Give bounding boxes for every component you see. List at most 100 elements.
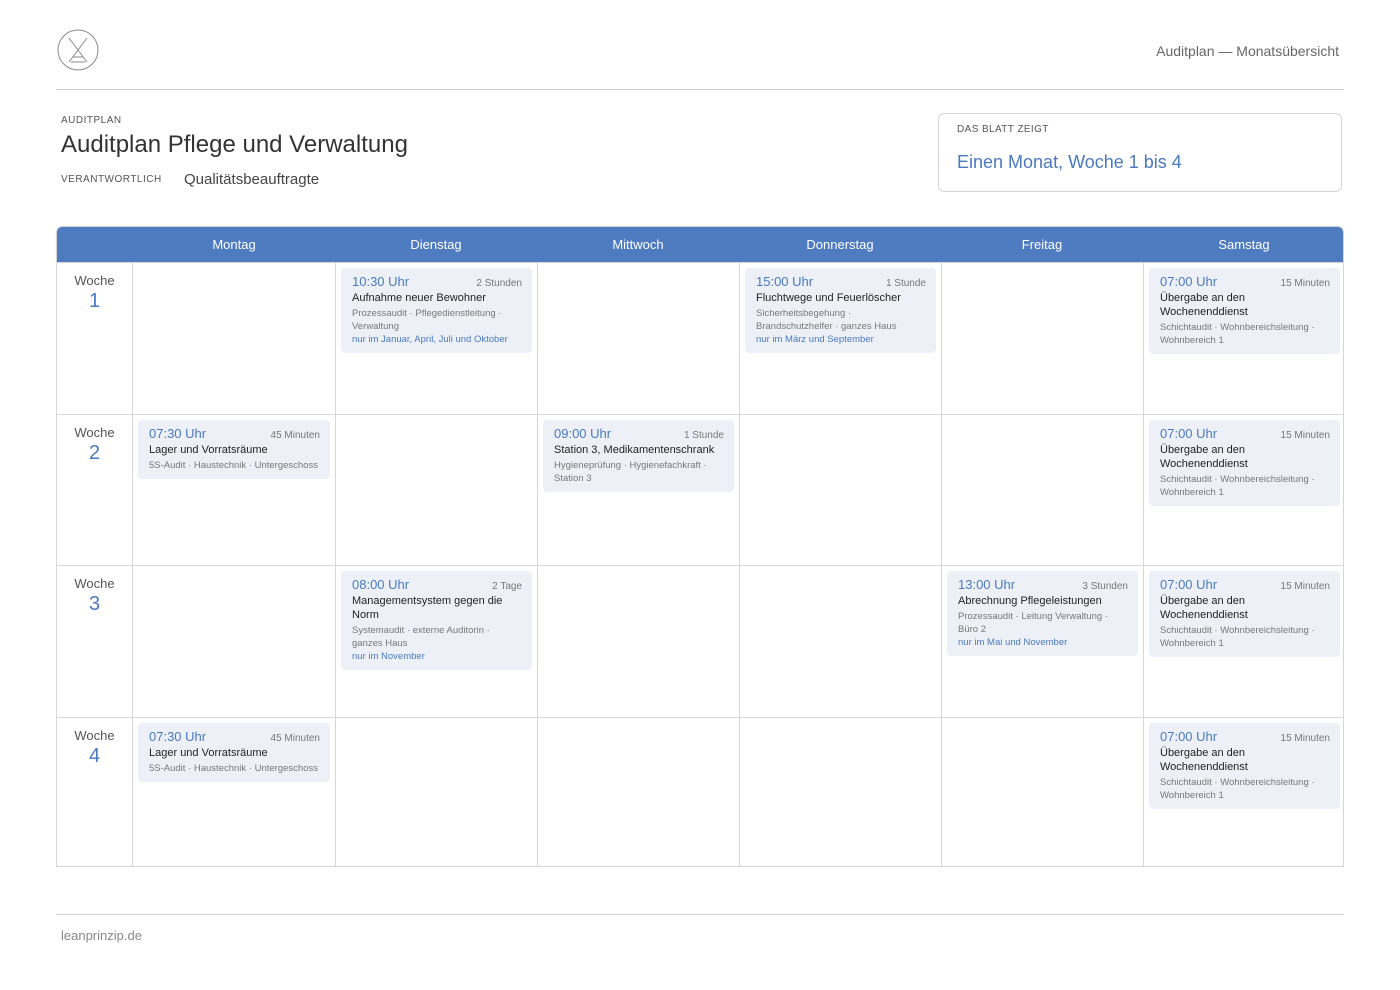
audit-meta: Sicherheitsbegehung · Brandschutzhelfer … <box>756 308 897 332</box>
day-cell <box>335 716 537 866</box>
audit-duration: 1 Stunde <box>885 278 926 289</box>
hourglass-logo-icon <box>57 29 99 71</box>
day-cell: 07:00 Uhr 15 Minuten Übergabe an den Woche… <box>1143 262 1343 414</box>
day-header-montag: Montag <box>133 227 335 262</box>
audit-card[interactable]: 08:00 Uhr 2 Tage Managementsystem gegen di… <box>341 571 532 670</box>
audit-card-header: 08:00 Uhr 2 Tage <box>352 577 522 592</box>
week-label-cell: Woche 3 <box>57 565 133 717</box>
responsible-value: Qualitätsbeauftragte <box>184 171 320 188</box>
doc-eyebrow: AUDITPLAN <box>61 115 122 126</box>
audit-card[interactable]: 13:00 Uhr 3 Stunden Abrechnung Pflegeleist… <box>947 571 1138 656</box>
week-label-cell: Woche 1 <box>57 262 133 414</box>
audit-meta: Prozessaudit · Pflegedienstleitung · Ver… <box>352 308 502 332</box>
audit-card-header: 07:30 Uhr 45 Minuten <box>149 729 320 744</box>
audit-note: nur im Januar, April, Juli und Oktober <box>352 334 508 345</box>
audit-duration: 1 Stunde <box>683 429 724 441</box>
audit-card[interactable]: 07:00 Uhr 15 Minuten Übergabe an den Woche… <box>1149 722 1340 809</box>
audit-duration: 15 Minuten <box>1280 732 1330 744</box>
week-label: Woche <box>74 576 115 591</box>
day-cell: 07:00 Uhr 15 Minuten Übergabe an den Woche… <box>1143 716 1343 866</box>
audit-title: Übergabe an den Wochenenddienst <box>1160 292 1248 318</box>
audit-duration: 3 Stunden <box>1082 581 1128 592</box>
day-cell <box>739 716 941 866</box>
audit-title: Übergabe an den Wochenenddienst <box>1160 595 1248 621</box>
day-cell <box>739 413 941 565</box>
week-label: Woche <box>74 424 115 440</box>
audit-title: Abrechnung Pflegeleistungen <box>958 595 1102 607</box>
audit-card-header: 09:00 Uhr 1 Stunde <box>554 426 724 441</box>
day-cell: 13:00 Uhr 3 Stunden Abrechnung Pflegeleist… <box>941 565 1143 717</box>
scope-value: Einen Monat, Woche 1 bis 4 <box>957 152 1182 172</box>
audit-card[interactable]: 07:30 Uhr 45 Minuten Lager und Vorratsräum… <box>138 419 330 479</box>
responsible-label: VERANTWORTLICH <box>61 174 162 185</box>
audit-time: 07:30 Uhr <box>149 728 207 744</box>
day-cell: 10:30 Uhr 2 Stunden Aufnahme neuer Bewohne… <box>335 262 537 414</box>
audit-card[interactable]: 07:00 Uhr 15 Minuten Übergabe an den Woche… <box>1149 571 1340 657</box>
scope-box: DAS BLATT ZEIGT Einen Monat, Woche 1 bis… <box>938 113 1342 192</box>
day-cell: 07:30 Uhr 45 Minuten Lager und Vorratsräum… <box>133 716 335 867</box>
audit-card-header: 10:30 Uhr 2 Stunden <box>352 274 522 289</box>
audit-card[interactable]: 15:00 Uhr 1 Stunde Fluchtwege und Feuerlös… <box>745 268 936 353</box>
week-number: 2 <box>88 441 101 464</box>
day-cell <box>537 565 739 717</box>
audit-title: Lager und Vorratsräume <box>149 746 268 759</box>
audit-card[interactable]: 07:00 Uhr 15 Minuten Übergabe an den Woche… <box>1149 419 1340 506</box>
day-cell <box>133 565 335 717</box>
audit-duration: 15 Minuten <box>1280 278 1330 289</box>
audit-duration: 45 Minuten <box>270 429 320 441</box>
day-cell <box>941 716 1143 866</box>
day-cell <box>941 413 1143 565</box>
audit-time: 07:00 Uhr <box>1160 577 1218 592</box>
audit-meta: Hygieneprüfung · Hygienefachkraft · Stat… <box>554 459 707 484</box>
day-header-samstag: Samstag <box>1143 227 1343 262</box>
audit-card-header: 13:00 Uhr 3 Stunden <box>958 577 1128 592</box>
day-cell <box>739 565 941 717</box>
audit-time: 13:00 Uhr <box>958 577 1016 592</box>
audit-duration: 2 Stunden <box>476 278 522 289</box>
audit-title: Managementsystem gegen die Norm <box>352 595 503 621</box>
day-header-mittwoch: Mittwoch <box>537 227 739 262</box>
week-label: Woche <box>74 273 115 288</box>
audit-meta: Schichtaudit · Wohnbereichsleitung · Woh… <box>1160 776 1315 801</box>
week-label-cell: Woche 4 <box>57 716 133 866</box>
scope-label: DAS BLATT ZEIGT <box>957 124 1049 135</box>
calendar-grid: Montag Dienstag Mittwoch Donnerstag Freitag S… <box>56 226 1344 867</box>
audit-meta: Schichtaudit · Wohnbereichsleitung · Woh… <box>1160 473 1315 498</box>
audit-time: 08:00 Uhr <box>352 577 410 592</box>
week-number: 4 <box>88 744 101 767</box>
audit-title: Fluchtwege und Feuerlöscher <box>756 292 901 304</box>
audit-time: 07:00 Uhr <box>1160 728 1218 744</box>
audit-duration: 2 Tage <box>492 581 522 592</box>
audit-meta: 5S-Audit · Haustechnik · Untergeschoss <box>149 762 318 774</box>
audit-card-header: 07:00 Uhr 15 Minuten <box>1160 577 1330 592</box>
audit-meta: Prozessaudit · Leitung Verwaltung · Büro… <box>958 611 1108 635</box>
day-cell <box>133 262 335 414</box>
audit-card-header: 07:00 Uhr 15 Minuten <box>1160 274 1330 289</box>
audit-card-header: 07:00 Uhr 15 Minuten <box>1160 426 1330 441</box>
audit-duration: 45 Minuten <box>270 732 320 744</box>
audit-time: 07:00 Uhr <box>1160 425 1218 441</box>
day-cell <box>537 262 739 414</box>
audit-title: Übergabe an den Wochenenddienst <box>1160 443 1248 470</box>
day-cell: 08:00 Uhr 2 Tage Managementsystem gegen di… <box>335 565 537 717</box>
page-title: Auditplan Pflege und Verwaltung <box>61 131 408 158</box>
audit-time: 15:00 Uhr <box>756 274 814 289</box>
day-header-freitag: Freitag <box>941 227 1143 262</box>
audit-note: nur im November <box>352 651 425 662</box>
audit-time: 10:30 Uhr <box>352 274 410 289</box>
day-cell: 07:00 Uhr 15 Minuten Übergabe an den Woche… <box>1143 413 1343 565</box>
day-cell: 09:00 Uhr 1 Stunde Station 3, Medikamenten… <box>537 413 739 565</box>
audit-note: nur im Mai und November <box>958 637 1068 648</box>
audit-duration: 15 Minuten <box>1280 429 1330 441</box>
audit-card[interactable]: 10:30 Uhr 2 Stunden Aufnahme neuer Bewohne… <box>341 268 532 353</box>
audit-meta: 5S-Audit · Haustechnik · Untergeschoss <box>149 459 318 471</box>
header-corner <box>57 227 133 262</box>
week-label: Woche <box>74 727 115 743</box>
audit-card[interactable]: 09:00 Uhr 1 Stunde Station 3, Medikamenten… <box>543 419 734 492</box>
audit-card[interactable]: 07:30 Uhr 45 Minuten Lager und Vorratsräum… <box>138 722 330 782</box>
audit-time: 07:00 Uhr <box>1160 274 1218 289</box>
audit-duration: 15 Minuten <box>1280 581 1330 592</box>
audit-title: Station 3, Medikamentenschrank <box>554 443 715 456</box>
audit-card[interactable]: 07:00 Uhr 15 Minuten Übergabe an den Woche… <box>1149 268 1340 354</box>
week-number: 1 <box>88 290 101 312</box>
